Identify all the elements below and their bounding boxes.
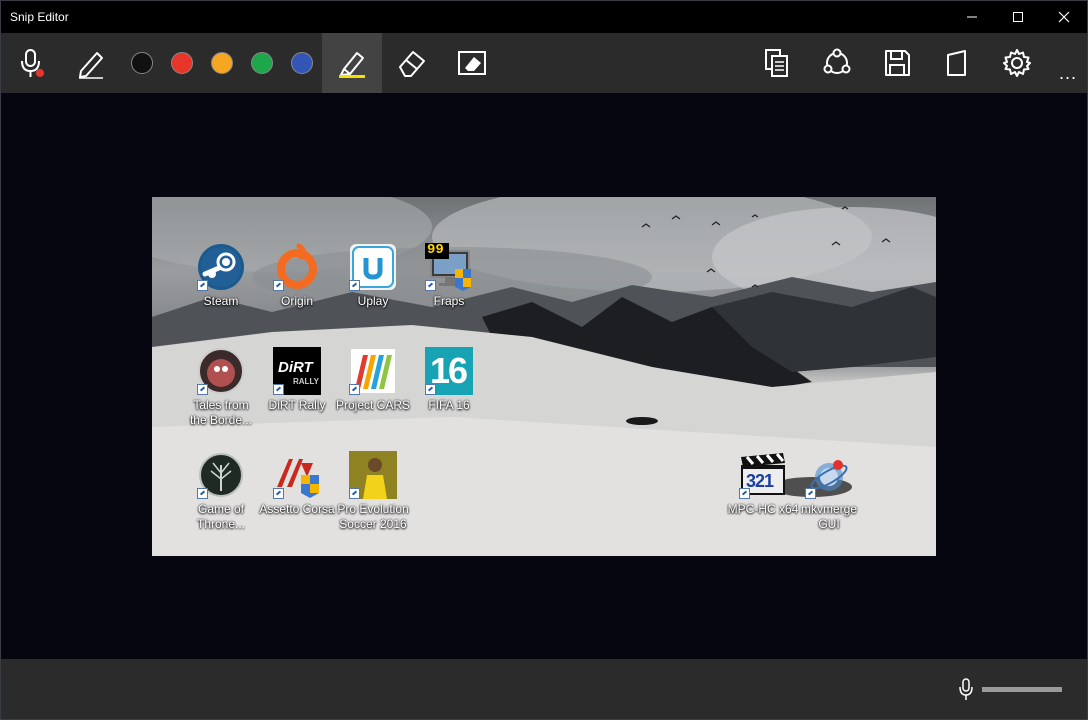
dirt-logo: DiRT xyxy=(278,359,313,376)
color-swatch-black[interactable] xyxy=(131,52,153,74)
bottom-bar xyxy=(1,659,1087,719)
icon-label: Game of Throne... xyxy=(196,502,246,531)
dirt-logo-sub: RALLY xyxy=(293,377,319,386)
shortcut-arrow-icon xyxy=(273,488,284,499)
uplay-icon xyxy=(349,243,397,291)
open-snip-button[interactable] xyxy=(927,33,987,93)
settings-button[interactable] xyxy=(987,33,1047,93)
eraser-button[interactable] xyxy=(382,33,442,93)
mpc-hc-icon: 321 xyxy=(739,451,787,499)
save-icon xyxy=(885,50,910,76)
desktop-icon-fifa-16[interactable]: 16 FIFA 16 xyxy=(404,347,494,413)
steam-icon xyxy=(197,243,245,291)
record-audio-button[interactable] xyxy=(1,33,61,93)
copy-icon xyxy=(765,49,788,77)
fraps-counter: 99 xyxy=(427,242,444,258)
icon-label: mkvmerge GUI xyxy=(800,502,857,531)
clear-ink-button[interactable] xyxy=(442,33,502,93)
desktop-icon-pro-evolution-soccer-2016[interactable]: Pro Evolution Soccer 2016 xyxy=(328,451,418,532)
shortcut-arrow-icon xyxy=(349,488,360,499)
shortcut-arrow-icon xyxy=(805,488,816,499)
minimize-icon xyxy=(967,16,977,18)
tales-from-the-borderlands-icon xyxy=(197,347,245,395)
icon-label: Pro Evolution Soccer 2016 xyxy=(337,502,409,531)
share-button[interactable] xyxy=(807,33,867,93)
maximize-icon xyxy=(1013,12,1023,22)
shortcut-arrow-icon xyxy=(739,488,750,499)
desktop-icon-fraps[interactable]: 99 Fraps xyxy=(404,242,494,309)
game-of-thrones-icon xyxy=(197,451,245,499)
snip-image: Steam Origin Uplay 99 Fraps Tales from t… xyxy=(152,197,936,556)
erase-all-icon xyxy=(458,51,486,75)
shortcut-arrow-icon xyxy=(197,280,208,291)
icon-label: FIFA 16 xyxy=(428,398,470,412)
title-bar: Snip Editor xyxy=(1,1,1087,33)
save-button[interactable] xyxy=(867,33,927,93)
shortcut-arrow-icon xyxy=(349,280,360,291)
settings-icon xyxy=(1003,49,1031,77)
shortcut-arrow-icon xyxy=(273,280,284,291)
pes-2016-icon xyxy=(349,451,397,499)
window-title: Snip Editor xyxy=(10,10,69,24)
shortcut-arrow-icon xyxy=(197,488,208,499)
snip-editor-window: Snip Editor ... Steam Origin Uplay 99 Fr… xyxy=(0,0,1088,720)
shortcut-arrow-icon xyxy=(425,384,436,395)
fifa-16-icon: 16 xyxy=(425,347,473,395)
mpc-counter: 321 xyxy=(746,471,774,491)
audio-level-bar[interactable] xyxy=(982,687,1062,692)
mkvmerge-icon xyxy=(805,451,853,499)
minimize-button[interactable] xyxy=(949,1,995,33)
color-swatch-green[interactable] xyxy=(251,52,273,74)
highlighter-button[interactable] xyxy=(322,33,382,93)
share-icon xyxy=(823,48,851,74)
pen-button[interactable] xyxy=(61,33,121,93)
assetto-corsa-icon xyxy=(273,451,321,499)
close-button[interactable] xyxy=(1041,1,1087,33)
shortcut-arrow-icon xyxy=(349,384,360,395)
icon-label: Tales from the Borde... xyxy=(189,398,253,427)
project-cars-icon xyxy=(349,347,397,395)
snip-canvas[interactable]: Steam Origin Uplay 99 Fraps Tales from t… xyxy=(1,93,1087,659)
icon-label: Fraps xyxy=(433,294,465,308)
microphone-icon xyxy=(21,49,44,77)
dirt-rally-icon: DiRT RALLY xyxy=(273,347,321,395)
copy-button[interactable] xyxy=(747,33,807,93)
origin-icon xyxy=(273,243,321,291)
highlighter-icon xyxy=(339,52,365,78)
maximize-button[interactable] xyxy=(995,1,1041,33)
pen-icon xyxy=(79,52,103,79)
fraps-icon: 99 xyxy=(425,242,473,291)
shortcut-arrow-icon xyxy=(425,280,436,291)
color-swatch-orange[interactable] xyxy=(211,52,233,74)
close-icon xyxy=(1058,11,1070,23)
shortcut-arrow-icon xyxy=(197,384,208,395)
open-snip-icon xyxy=(947,50,966,76)
color-swatch-red[interactable] xyxy=(171,52,193,74)
microphone-icon[interactable] xyxy=(958,678,974,702)
color-swatch-blue[interactable] xyxy=(291,52,313,74)
shortcut-arrow-icon xyxy=(273,384,284,395)
more-options-button[interactable]: ... xyxy=(1059,63,1077,84)
desktop-icon-mkvmerge-gui[interactable]: mkvmerge GUI xyxy=(784,451,874,532)
eraser-icon xyxy=(399,51,425,77)
toolbar: ... xyxy=(1,33,1087,93)
